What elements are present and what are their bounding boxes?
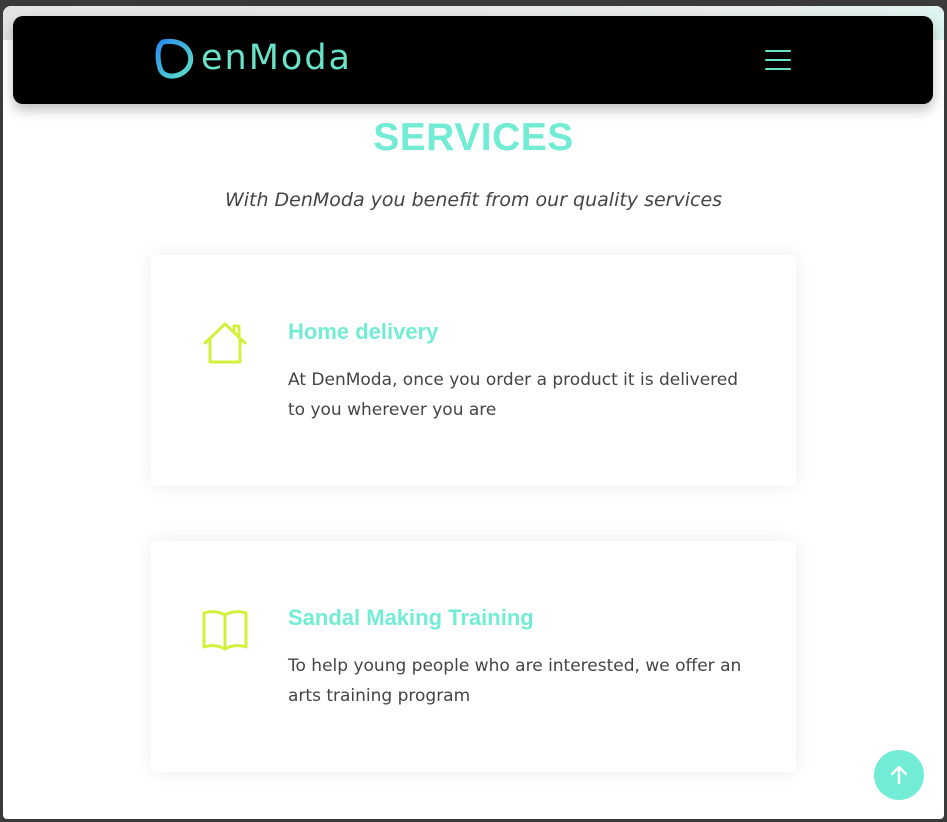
service-title: Sandal Making Training <box>288 605 534 630</box>
open-book-icon <box>202 610 248 651</box>
navbar: enModa <box>13 16 933 104</box>
service-card-home-delivery: Home delivery At DenModa, once you order… <box>151 255 796 486</box>
menu-line <box>765 50 791 52</box>
scroll-to-top-button[interactable] <box>874 750 924 800</box>
service-card-sandal-training: Sandal Making Training To help young peo… <box>151 541 796 772</box>
arrow-up-icon <box>890 765 908 785</box>
section-subtitle: With DenModa you benefit from our qualit… <box>224 189 723 211</box>
hamburger-menu-button[interactable] <box>765 46 791 74</box>
menu-line <box>765 59 791 61</box>
page-frame: enModa SERVICES With DenModa you benefit… <box>3 6 944 819</box>
logo[interactable]: enModa <box>155 36 352 80</box>
section-title: SERVICES <box>373 116 574 159</box>
service-description: At DenModa, once you order a product it … <box>288 370 739 420</box>
service-title: Home delivery <box>288 319 439 344</box>
service-description: To help young people who are interested,… <box>288 656 742 706</box>
house-icon <box>203 322 247 364</box>
menu-line <box>765 68 791 70</box>
logo-mark-icon <box>155 38 194 79</box>
logo-text: enModa <box>201 38 352 78</box>
